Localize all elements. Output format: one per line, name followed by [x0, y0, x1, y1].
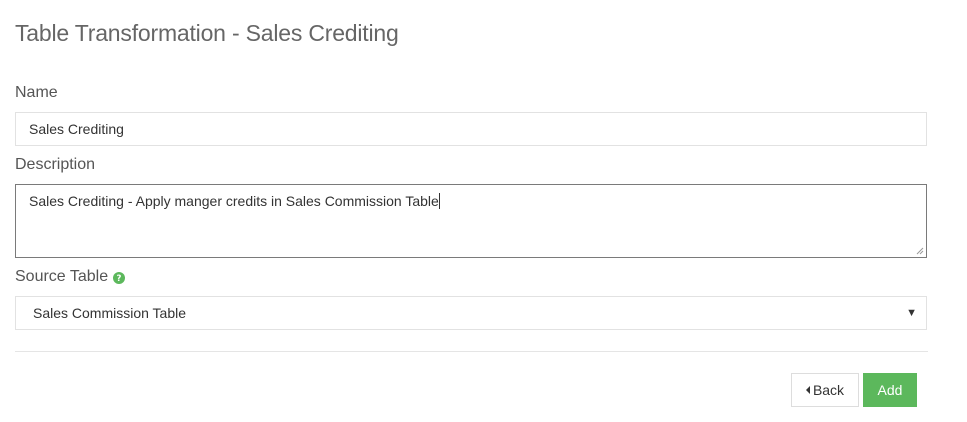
question-circle-icon[interactable]: ?: [113, 272, 126, 284]
dropdown-arrow-icon[interactable]: ▼: [906, 297, 917, 329]
resize-grip-icon[interactable]: [916, 247, 924, 255]
description-label: Description: [15, 156, 95, 174]
back-button-label: Back: [812, 382, 845, 398]
source-table-selected-value: Sales Commission Table: [33, 305, 187, 321]
source-table-label: Source Table ?: [15, 268, 126, 286]
form-divider: [15, 351, 928, 352]
source-table-select[interactable]: Sales Commission Table ▼: [15, 296, 927, 330]
svg-text:?: ?: [117, 274, 122, 284]
caret-left-icon: [805, 386, 810, 394]
add-button-label: Add: [877, 382, 903, 398]
description-textarea[interactable]: Sales Crediting - Apply manger credits i…: [15, 184, 927, 258]
transformation-form-page: Table Transformation - Sales Crediting N…: [0, 0, 967, 422]
source-table-label-text: Source Table: [15, 268, 109, 285]
description-label-text: Description: [15, 156, 96, 173]
page-title: Table Transformation - Sales Crediting: [15, 20, 399, 46]
description-text: Sales Crediting - Apply manger credits i…: [29, 193, 439, 209]
name-label-text: Name: [15, 84, 58, 101]
add-button[interactable]: Add: [863, 373, 917, 407]
back-button[interactable]: Back: [791, 373, 859, 407]
name-label: Name: [15, 84, 58, 102]
text-cursor: [438, 193, 440, 209]
name-input[interactable]: Sales Crediting: [15, 112, 927, 146]
